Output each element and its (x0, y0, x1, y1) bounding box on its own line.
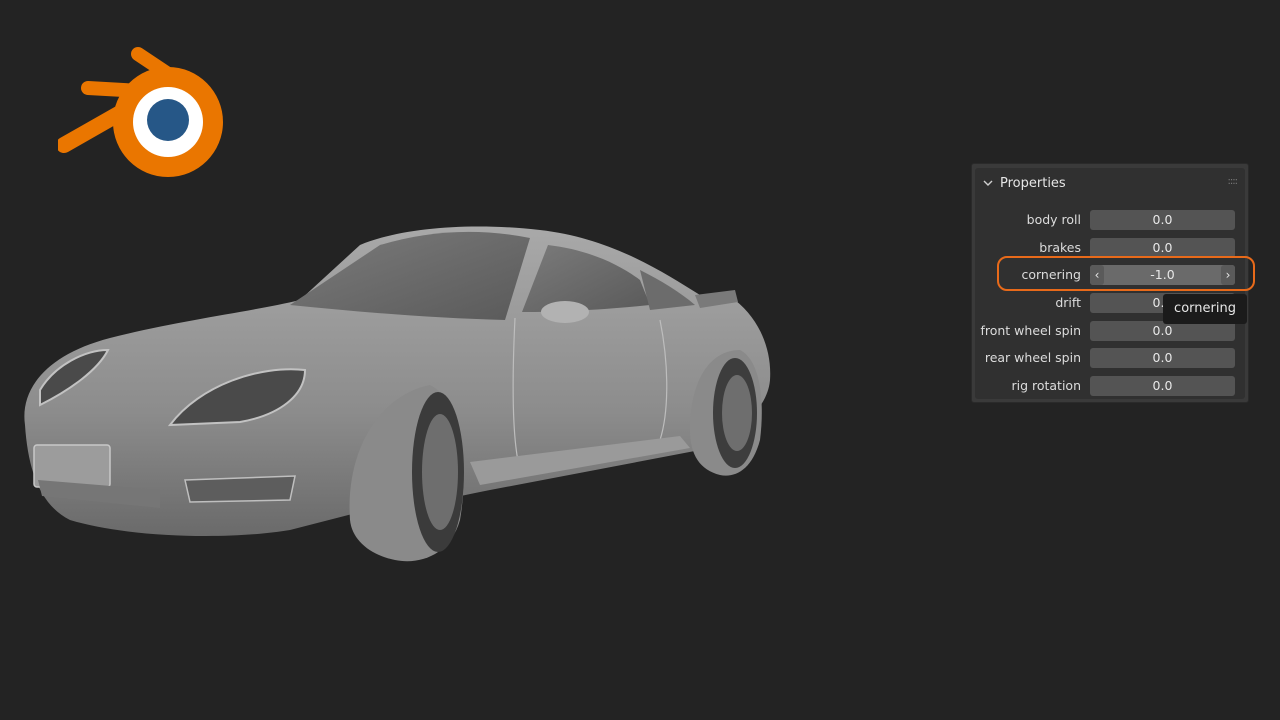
property-row-brakes: brakes 0.0 (975, 238, 1245, 258)
property-field-rig-rotation[interactable]: 0.0 (1090, 376, 1235, 396)
drag-handle-icon[interactable]: :::: (1228, 176, 1239, 187)
property-field-front-wheel-spin[interactable]: 0.0 (1090, 321, 1235, 341)
panel-title: Properties (1000, 175, 1066, 191)
property-label: body roll (1026, 212, 1081, 227)
property-field-rear-wheel-spin[interactable]: 0.0 (1090, 348, 1235, 368)
property-row-body-roll: body roll 0.0 (975, 210, 1245, 230)
tooltip: cornering (1163, 294, 1247, 324)
blender-logo-icon (58, 47, 223, 177)
property-row-rear-wheel-spin: rear wheel spin 0.0 (975, 348, 1245, 368)
property-label: brakes (1039, 240, 1081, 255)
property-label: front wheel spin (980, 323, 1081, 338)
property-row-rig-rotation: rig rotation 0.0 (975, 376, 1245, 396)
panel-header[interactable]: Properties :::: (975, 168, 1245, 198)
highlight-outline (997, 256, 1255, 291)
property-label: rear wheel spin (984, 350, 1081, 365)
car-model (24, 226, 771, 562)
property-field-brakes[interactable]: 0.0 (1090, 238, 1235, 258)
property-row-front-wheel-spin: front wheel spin 0.0 (975, 321, 1245, 341)
property-label: rig rotation (1011, 378, 1081, 393)
property-label: drift (1055, 295, 1081, 310)
chevron-down-icon[interactable] (982, 177, 994, 189)
property-field-body-roll[interactable]: 0.0 (1090, 210, 1235, 230)
